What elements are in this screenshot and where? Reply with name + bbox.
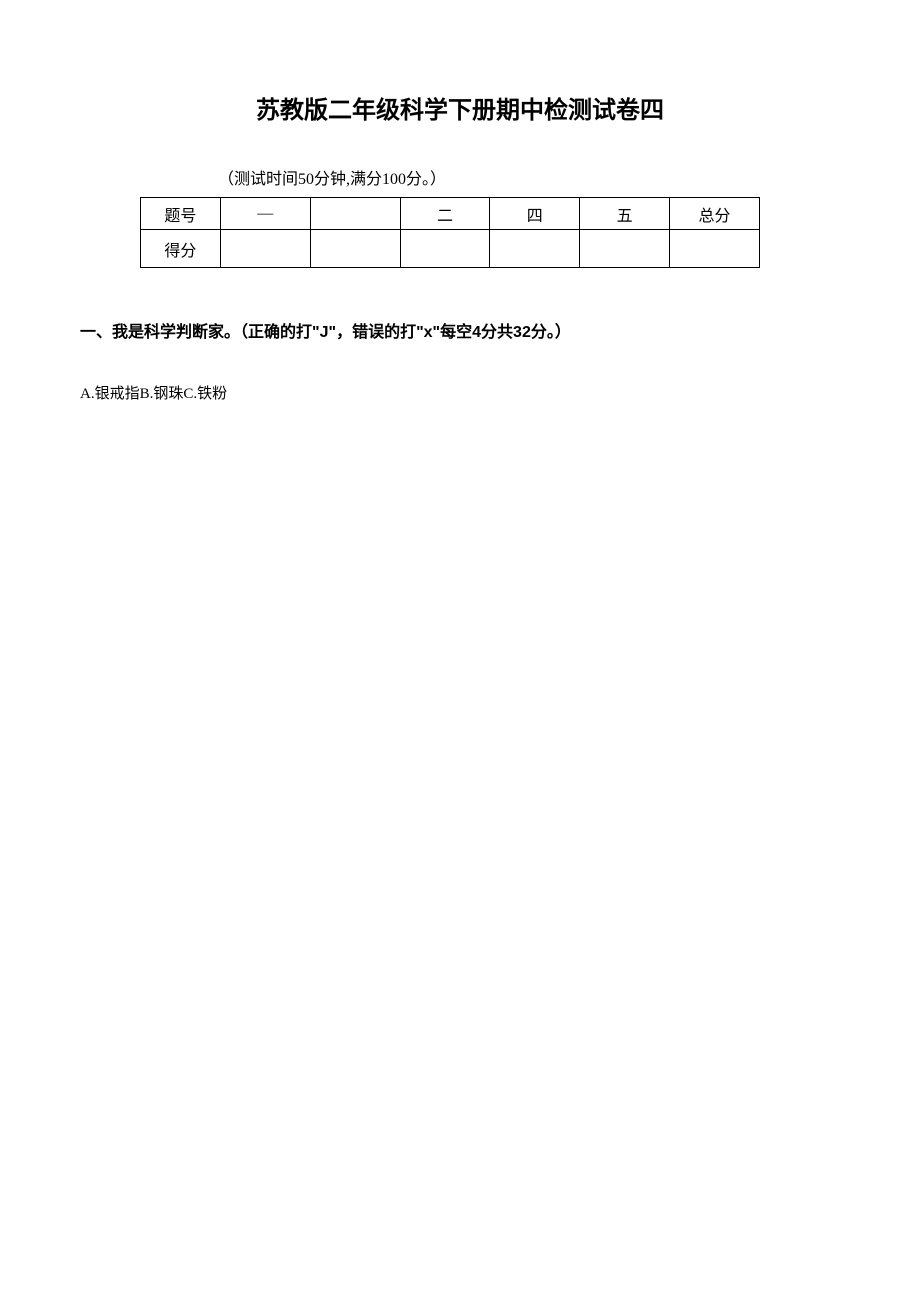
document-title: 苏教版二年级科学下册期中检测试卷四 — [140, 90, 780, 125]
score-table: 题号 — 二 四 五 总分 得分 — [140, 197, 760, 268]
score-cell — [310, 230, 400, 268]
score-cell — [400, 230, 490, 268]
col-two — [310, 198, 400, 230]
col-three: 二 — [400, 198, 490, 230]
score-cell — [670, 230, 760, 268]
table-row: 得分 — [141, 230, 760, 268]
section-one-heading: 一、我是科学判断家。（正确的打"J"，错误的打"x"每空4分共32分。） — [80, 318, 780, 342]
question-options: A.银戒指B.钢珠C.铁粉 — [80, 382, 780, 403]
score-cell — [490, 230, 580, 268]
document-subtitle: （测试时间50分钟,满分100分。） — [218, 165, 780, 189]
row-label: 得分 — [141, 230, 221, 268]
col-five: 五 — [580, 198, 670, 230]
col-four: 四 — [490, 198, 580, 230]
score-cell — [580, 230, 670, 268]
col-one: — — [220, 198, 310, 230]
col-total: 总分 — [670, 198, 760, 230]
table-row: 题号 — 二 四 五 总分 — [141, 198, 760, 230]
row-label: 题号 — [141, 198, 221, 230]
score-cell — [220, 230, 310, 268]
